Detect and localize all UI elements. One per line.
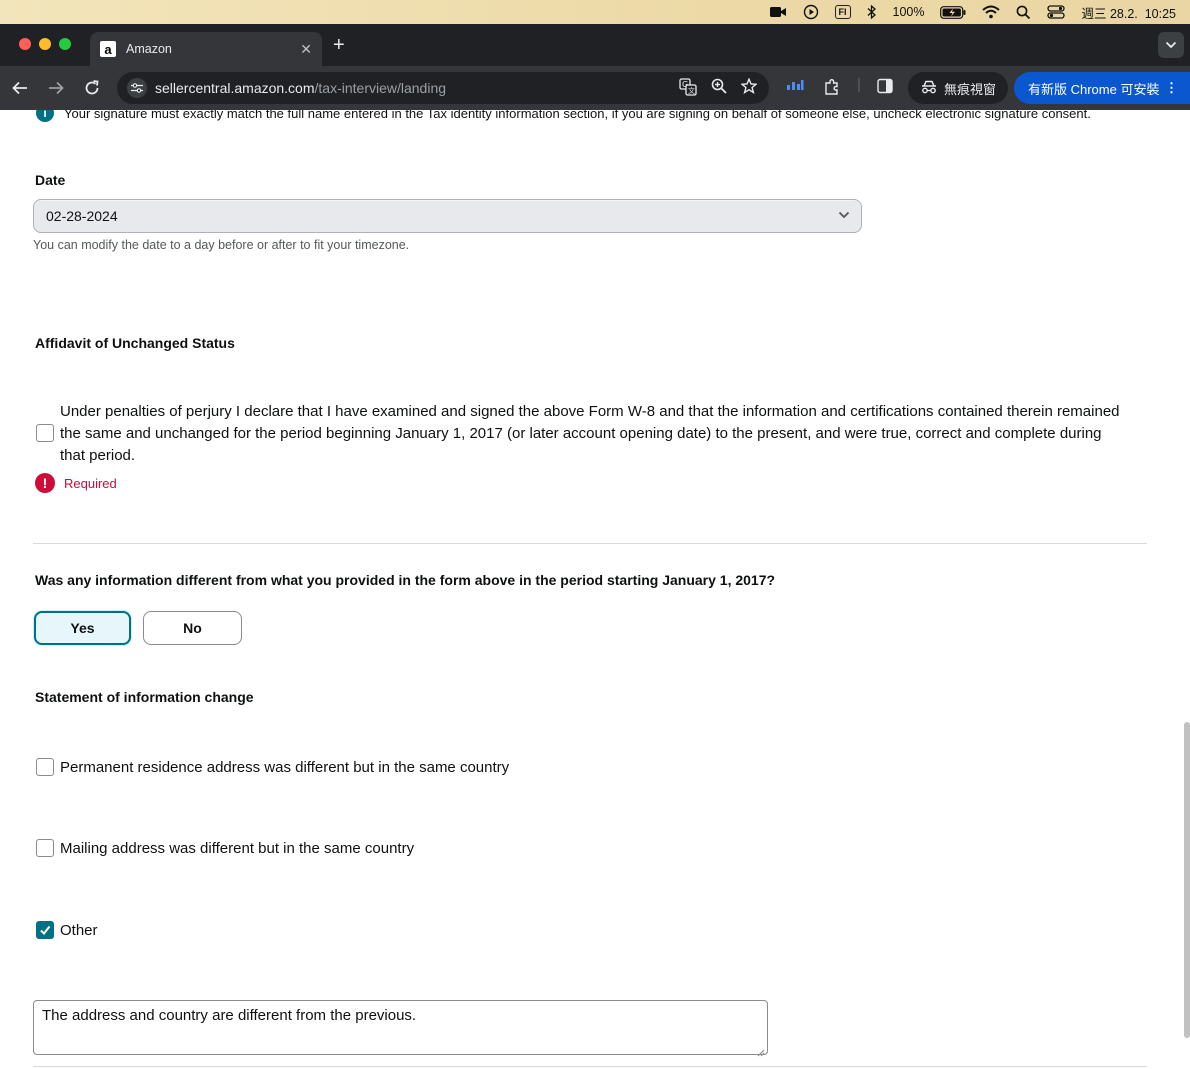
statement-heading: Statement of information change — [35, 689, 254, 705]
url-path: /tax-interview/landing — [314, 80, 447, 96]
zoom-icon[interactable] — [711, 78, 727, 100]
incognito-icon — [920, 80, 938, 97]
back-arrow-icon[interactable] — [8, 76, 32, 100]
bluetooth-icon[interactable] — [867, 0, 877, 24]
affidavit-heading: Affidavit of Unchanged Status — [35, 335, 235, 351]
signature-note: i Your signature must exactly match the … — [36, 110, 1091, 122]
bookmark-star-icon[interactable] — [740, 77, 758, 100]
extensions-puzzle-icon[interactable] — [823, 78, 841, 100]
mailing-address-checkbox[interactable] — [36, 839, 54, 857]
extension-chart-icon[interactable] — [786, 78, 804, 96]
camera-icon[interactable] — [769, 0, 787, 24]
reload-icon[interactable] — [80, 76, 104, 100]
battery-percent[interactable]: 100% — [893, 0, 925, 24]
translate-icon[interactable]: G文 — [679, 78, 697, 100]
no-button[interactable]: No — [143, 611, 242, 645]
info-change-question: Was any information different from what … — [35, 572, 776, 588]
other-label: Other — [60, 922, 98, 939]
other-explanation-text: The address and country are different fr… — [42, 1007, 417, 1024]
chevron-down-icon — [837, 208, 851, 222]
section-divider — [33, 543, 1147, 544]
resize-handle-icon[interactable] — [757, 1044, 765, 1057]
browser-tab-strip: a Amazon ✕ + — [0, 24, 1190, 66]
info-icon: i — [36, 110, 54, 122]
menubar-clock[interactable]: 週三 28.2. 10:25 — [1081, 0, 1176, 24]
date-label: Date — [35, 172, 66, 188]
date-select-value: 02-28-2024 — [46, 208, 118, 224]
bottom-divider — [33, 1066, 1147, 1067]
incognito-indicator[interactable]: 無痕視窗 — [908, 72, 1008, 104]
tab-title: Amazon — [126, 42, 172, 56]
zoom-window-button[interactable] — [59, 38, 71, 50]
error-icon: ! — [35, 473, 55, 493]
page-scrollbar[interactable] — [1184, 722, 1190, 1038]
spotlight-search-icon[interactable] — [1016, 0, 1031, 24]
update-label: 有新版 Chrome 可安裝 — [1028, 81, 1160, 97]
mailing-address-label: Mailing address was different but in the… — [60, 840, 415, 857]
macos-menu-bar: FI 100% 週三 28.2. 10:25 — [0, 0, 1190, 24]
yes-button[interactable]: Yes — [34, 611, 131, 645]
url-host: sellercentral.amazon.com — [155, 80, 315, 96]
incognito-label: 無痕視窗 — [943, 81, 996, 97]
play-icon[interactable] — [803, 0, 819, 24]
permanent-residence-label: Permanent residence address was differen… — [60, 759, 510, 776]
address-bar[interactable]: sellercentral.amazon.com/tax-interview/l… — [117, 72, 769, 104]
forward-arrow-icon[interactable] — [44, 76, 68, 100]
site-info-tune-icon[interactable] — [127, 78, 147, 98]
battery-icon[interactable] — [940, 0, 966, 24]
tab-search-chevron-icon[interactable] — [1158, 32, 1184, 58]
tab-close-icon[interactable]: ✕ — [300, 41, 312, 58]
control-center-icon[interactable] — [1047, 0, 1066, 24]
affidavit-text: Under penalties of perjury I declare tha… — [60, 403, 1120, 464]
toolbar-separator: | — [857, 76, 861, 93]
date-hint: You can modify the date to a day before … — [33, 238, 410, 252]
close-window-button[interactable] — [19, 38, 31, 50]
required-error-text: Required — [64, 475, 117, 491]
browser-toolbar: sellercentral.amazon.com/tax-interview/l… — [0, 66, 1190, 110]
wifi-icon[interactable] — [982, 0, 1001, 24]
input-method-indicator[interactable]: FI — [834, 5, 851, 19]
affidavit-checkbox[interactable] — [36, 424, 54, 442]
minimize-window-button[interactable] — [39, 38, 51, 50]
checkmark-icon — [40, 925, 51, 936]
amazon-favicon-icon: a — [100, 41, 116, 57]
new-tab-plus-icon[interactable]: + — [333, 35, 345, 55]
required-error: ! Required — [35, 473, 117, 493]
url-text: sellercentral.amazon.com/tax-interview/l… — [155, 80, 446, 96]
signature-note-text: Your signature must exactly match the fu… — [64, 110, 1091, 121]
svg-text:文: 文 — [688, 86, 695, 95]
date-select[interactable]: 02-28-2024 — [33, 199, 862, 233]
permanent-residence-checkbox[interactable] — [36, 758, 54, 776]
other-checkbox[interactable] — [36, 921, 54, 939]
page-content: i Your signature must exactly match the … — [0, 110, 1190, 1069]
side-panel-icon[interactable] — [877, 78, 893, 98]
more-menu-icon[interactable]: ⋮ — [1165, 80, 1178, 96]
chrome-update-button[interactable]: 有新版 Chrome 可安裝 ⋮ — [1014, 72, 1190, 104]
other-explanation-textarea[interactable]: The address and country are different fr… — [33, 1000, 768, 1057]
browser-tab-amazon[interactable]: a Amazon ✕ — [90, 32, 322, 66]
